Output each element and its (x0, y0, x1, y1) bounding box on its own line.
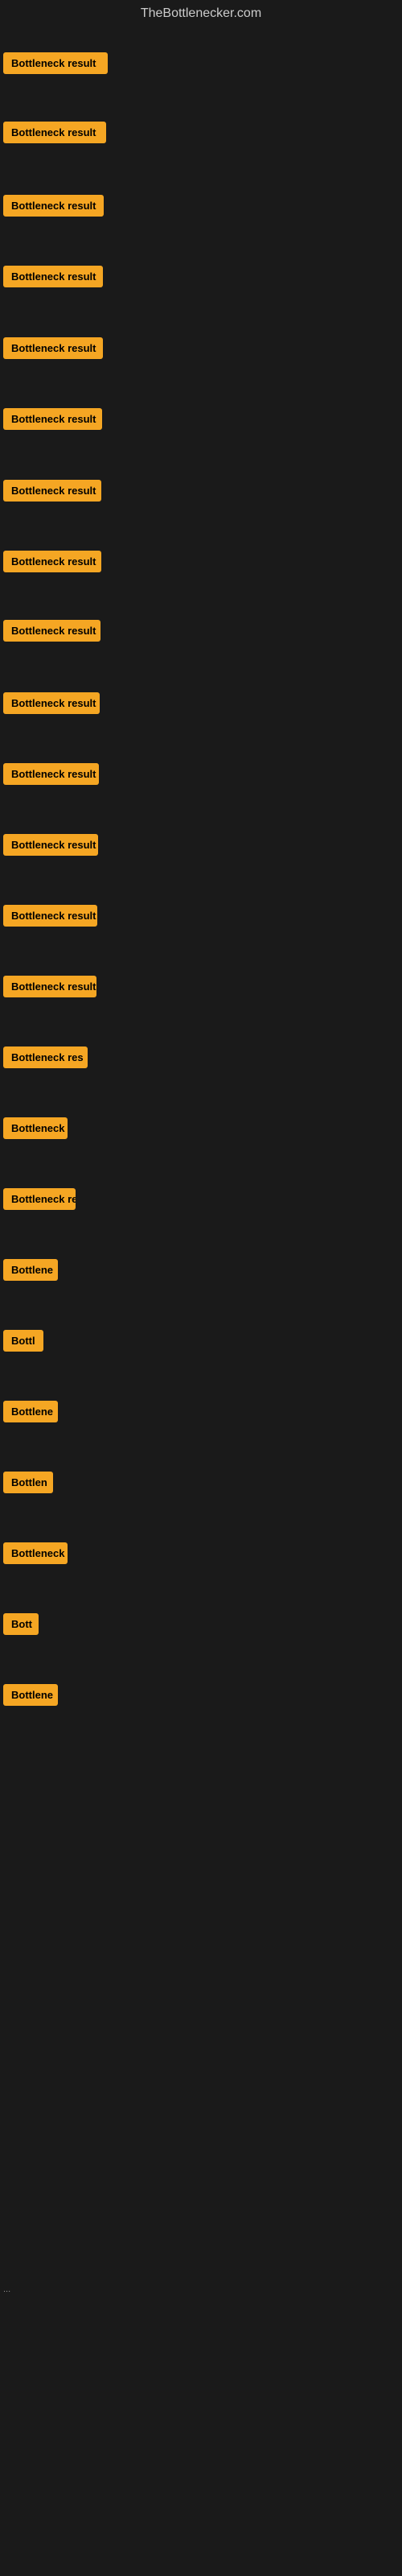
result-row: Bottleneck result (3, 52, 108, 78)
bottleneck-badge[interactable]: Bottleneck (3, 1542, 68, 1564)
bottleneck-badge[interactable]: Bottleneck result (3, 834, 98, 856)
result-row: Bottleneck result (3, 692, 100, 718)
bottleneck-badge[interactable]: Bott (3, 1613, 39, 1635)
result-row: Bottleneck result (3, 834, 98, 860)
result-row: Bott (3, 1613, 39, 1639)
bottleneck-badge[interactable]: Bottleneck result (3, 692, 100, 714)
result-row: Bottleneck re (3, 1188, 76, 1214)
result-row: Bottleneck result (3, 620, 100, 646)
result-row: Bottleneck result (3, 195, 104, 221)
bottleneck-badge[interactable]: Bottleneck result (3, 195, 104, 217)
bottleneck-badge[interactable]: Bottlene (3, 1684, 58, 1706)
bottleneck-badge[interactable]: Bottlen (3, 1472, 53, 1493)
result-row: Bottleneck result (3, 976, 96, 1001)
bottleneck-badge[interactable]: Bottleneck result (3, 905, 97, 927)
bottleneck-badge[interactable]: Bottl (3, 1330, 43, 1352)
result-row: Bottl (3, 1330, 43, 1356)
result-row: Bottleneck (3, 1117, 68, 1143)
result-row: Bottleneck res (3, 1046, 88, 1072)
result-row: Bottleneck result (3, 122, 106, 147)
result-row: Bottleneck result (3, 551, 101, 576)
bottleneck-badge[interactable]: Bottleneck result (3, 480, 101, 502)
bottleneck-badge[interactable]: Bottlene (3, 1259, 58, 1281)
result-row: Bottleneck result (3, 480, 101, 506)
bottleneck-badge[interactable]: Bottleneck result (3, 122, 106, 143)
bottleneck-badge[interactable]: Bottleneck re (3, 1188, 76, 1210)
bottleneck-badge[interactable]: Bottleneck result (3, 266, 103, 287)
bottleneck-badge[interactable]: Bottleneck res (3, 1046, 88, 1068)
result-row: Bottlene (3, 1259, 58, 1285)
bottleneck-badge[interactable]: Bottleneck result (3, 551, 101, 572)
result-row: Bottleneck (3, 1542, 68, 1568)
bottleneck-badge[interactable]: Bottleneck result (3, 976, 96, 997)
bottleneck-badge[interactable]: Bottleneck result (3, 620, 100, 642)
site-header: TheBottlenecker.com (0, 0, 402, 31)
ellipsis-indicator: ... (3, 2285, 10, 2294)
result-row: Bottleneck result (3, 905, 97, 931)
result-row: Bottlene (3, 1684, 58, 1710)
bottleneck-badge[interactable]: Bottleneck result (3, 763, 99, 785)
bottleneck-badge[interactable]: Bottleneck (3, 1117, 68, 1139)
result-row: Bottlen (3, 1472, 53, 1497)
result-row: Bottleneck result (3, 408, 102, 434)
bottleneck-badge[interactable]: Bottleneck result (3, 337, 103, 359)
result-row: Bottleneck result (3, 266, 103, 291)
result-row: Bottlene (3, 1401, 58, 1426)
bottleneck-badge[interactable]: Bottleneck result (3, 408, 102, 430)
bottleneck-badge[interactable]: Bottleneck result (3, 52, 108, 74)
result-row: Bottleneck result (3, 337, 103, 363)
result-row: Bottleneck result (3, 763, 99, 789)
bottleneck-badge[interactable]: Bottlene (3, 1401, 58, 1422)
